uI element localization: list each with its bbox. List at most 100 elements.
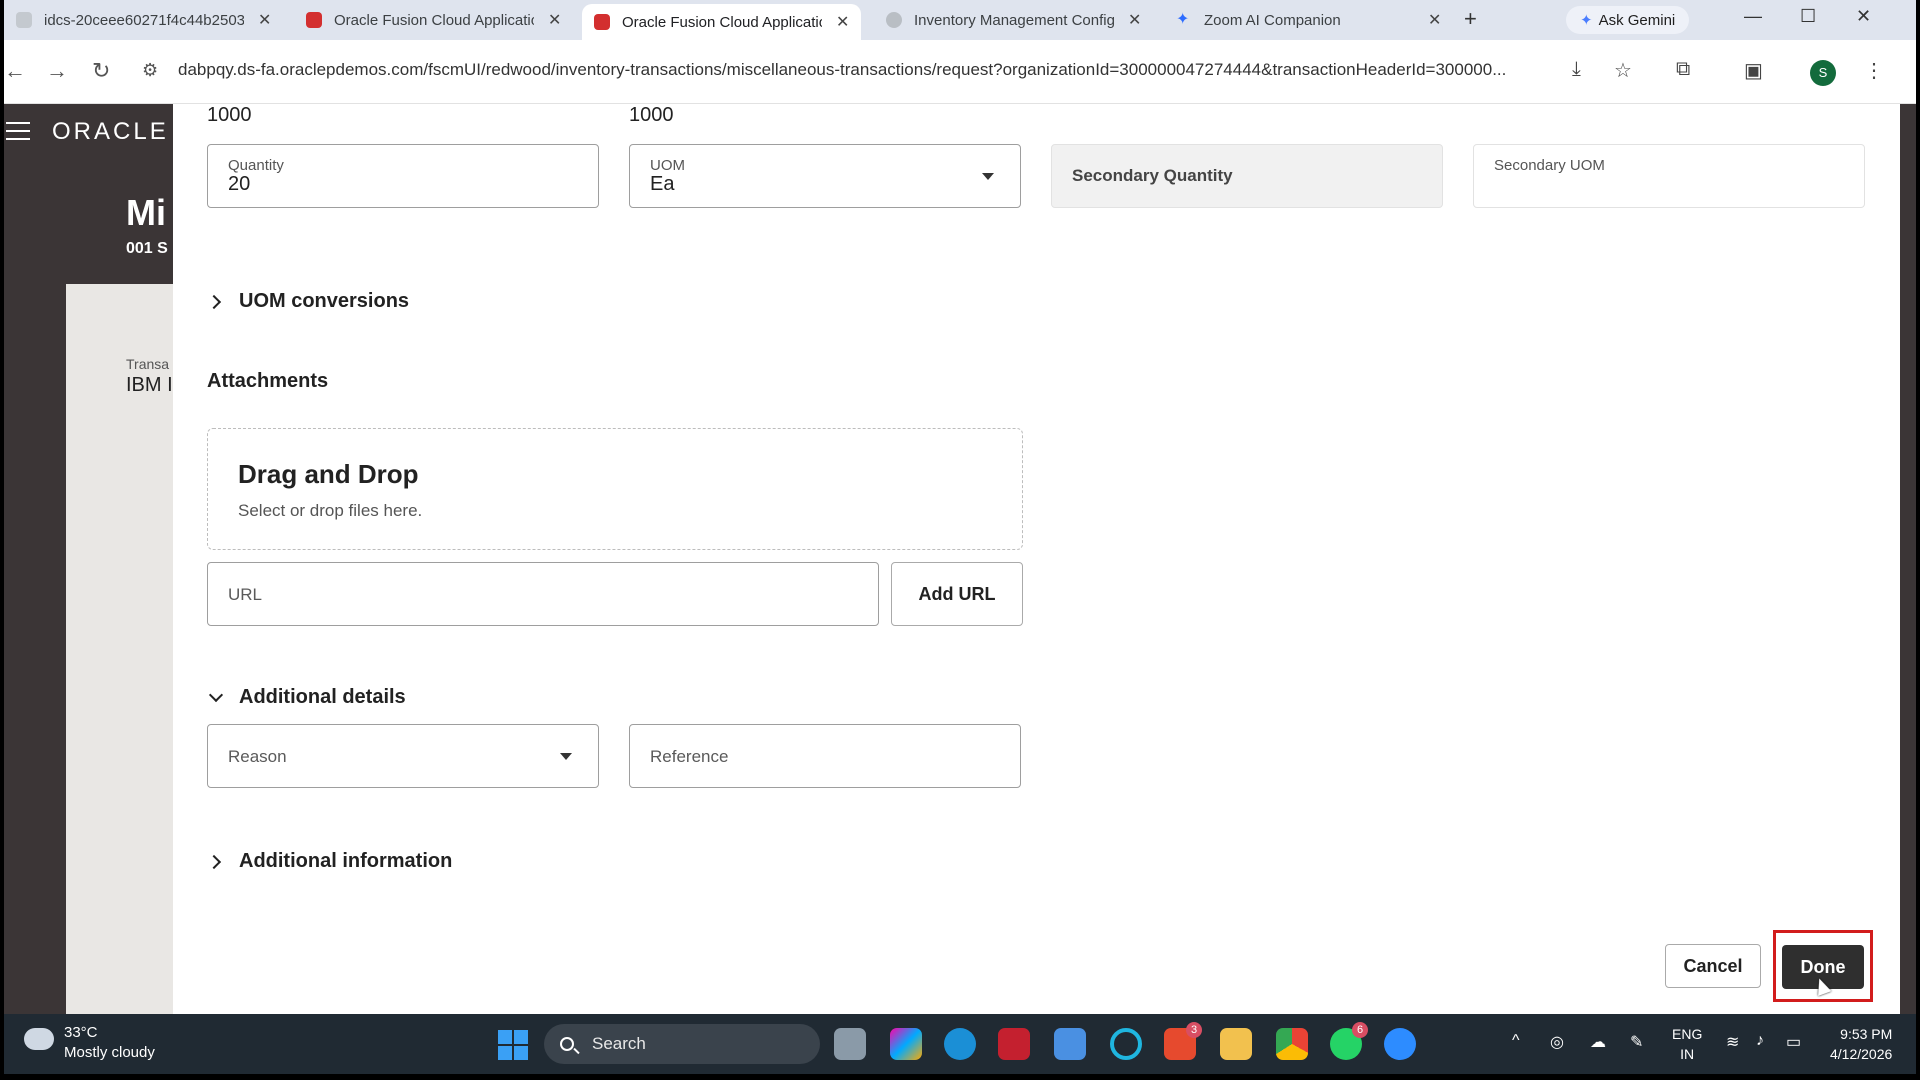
quantity-field[interactable]: Quantity 20 xyxy=(207,144,599,208)
file-dropzone[interactable]: Drag and Drop Select or drop files here. xyxy=(207,428,1023,550)
address-bar[interactable]: dabpqy.ds-fa.oraclepdemos.com/fscmUI/red… xyxy=(178,60,1558,80)
ask-gemini-button[interactable]: ✦ Ask Gemini xyxy=(1566,6,1690,34)
oracle-tab-icon xyxy=(594,14,610,30)
cortana-icon[interactable] xyxy=(1110,1028,1142,1060)
browser-toolbar: ← → ↻ ⚙ dabpqy.ds-fa.oraclepdemos.com/fs… xyxy=(4,40,1916,104)
weather-temp[interactable]: 33°C xyxy=(64,1024,98,1041)
tab-zoom-ai[interactable]: ✦ Zoom AI Companion ✕ xyxy=(1164,4,1453,36)
notification-badge: 6 xyxy=(1352,1022,1368,1038)
page-subtitle-partial: 001 S xyxy=(126,240,168,257)
pen-icon[interactable]: ✎ xyxy=(1630,1032,1643,1052)
top-value-left: 1000 xyxy=(207,104,252,126)
bookmark-star-icon[interactable]: ☆ xyxy=(1614,58,1632,83)
language-indicator[interactable]: ENG IN xyxy=(1672,1024,1702,1064)
close-icon[interactable]: ✕ xyxy=(1128,10,1141,30)
hamburger-menu-icon[interactable] xyxy=(6,122,30,146)
chevron-right-icon xyxy=(206,294,231,309)
lang-top: ENG xyxy=(1672,1026,1703,1042)
chevron-right-icon xyxy=(206,854,231,869)
oracle-logo: ORACLE xyxy=(52,118,169,145)
url-input[interactable]: URL xyxy=(207,562,879,626)
system-clock[interactable]: 9:53 PM 4/12/2026 xyxy=(1830,1024,1892,1064)
reload-icon[interactable]: ↻ xyxy=(92,58,110,84)
additional-details-label: Additional details xyxy=(239,686,406,708)
forward-icon[interactable]: → xyxy=(46,58,68,84)
dropdown-arrow-icon xyxy=(560,753,572,760)
edge-icon[interactable] xyxy=(944,1028,976,1060)
windows-start-icon[interactable] xyxy=(498,1030,528,1060)
mcafee-icon[interactable] xyxy=(998,1028,1030,1060)
back-icon[interactable]: ← xyxy=(4,58,26,84)
gemini-icon: ✦ xyxy=(1580,12,1593,29)
reference-input[interactable]: Reference xyxy=(629,724,1021,788)
zoom-icon[interactable] xyxy=(1384,1028,1416,1060)
globe-tab-icon xyxy=(886,12,902,28)
whatsapp-icon[interactable]: 6 xyxy=(1330,1022,1368,1060)
uom-value: Ea xyxy=(650,173,675,195)
volume-icon[interactable]: ♪ xyxy=(1756,1032,1764,1050)
uom-conversions-label: UOM conversions xyxy=(239,290,410,312)
cancel-button[interactable]: Cancel xyxy=(1665,944,1761,988)
site-info-icon[interactable]: ⚙ xyxy=(142,60,158,81)
task-view-icon[interactable] xyxy=(834,1028,866,1060)
tab-label: Oracle Fusion Cloud Applicatio xyxy=(334,11,534,29)
copilot-icon[interactable] xyxy=(890,1028,922,1060)
maximize-icon[interactable]: ☐ xyxy=(1800,6,1816,27)
reference-placeholder: Reference xyxy=(650,747,729,766)
uom-conversions-toggle[interactable]: UOM conversions xyxy=(206,290,410,313)
wifi-icon[interactable]: ≋ xyxy=(1726,1032,1739,1052)
weather-cloud-icon[interactable] xyxy=(24,1022,54,1050)
tab-oracle-fusion-active[interactable]: Oracle Fusion Cloud Applicatio ✕ xyxy=(582,4,862,40)
install-icon[interactable]: ⤓ xyxy=(1572,58,1581,81)
menu-dots-icon[interactable]: ⋮ xyxy=(1864,58,1884,83)
windows-taskbar: 33°C Mostly cloudy Search 3 6 ^ ◎ ☁ ✎ EN… xyxy=(4,1014,1916,1074)
reason-placeholder: Reason xyxy=(228,747,287,766)
sync-icon[interactable]: ◎ xyxy=(1550,1032,1564,1052)
tab-idcs[interactable]: idcs-20ceee60271f4c44b2503 ✕ xyxy=(4,4,283,36)
additional-information-toggle[interactable]: Additional information xyxy=(206,850,453,873)
additional-details-toggle[interactable]: Additional details xyxy=(207,686,406,709)
transaction-value-partial: IBM I xyxy=(126,374,173,396)
new-tab-button[interactable]: + xyxy=(1464,6,1477,32)
side-panel-icon[interactable]: ▣ xyxy=(1744,58,1763,83)
clock-time: 9:53 PM xyxy=(1840,1026,1893,1042)
tab-label: idcs-20ceee60271f4c44b2503 xyxy=(44,11,244,29)
reason-select[interactable]: Reason xyxy=(207,724,599,788)
clock-date: 4/12/2026 xyxy=(1830,1046,1893,1062)
extensions-icon[interactable]: ⧉ xyxy=(1676,58,1690,81)
onedrive-icon[interactable]: ☁ xyxy=(1590,1032,1606,1052)
battery-icon[interactable]: ▭ xyxy=(1786,1032,1801,1052)
oracle-tab-icon xyxy=(306,12,322,28)
tab-inventory-config[interactable]: Inventory Management Config ✕ xyxy=(874,4,1153,36)
transaction-line-drawer: 1000 1000 Quantity 20 UOM Ea Secondary Q… xyxy=(173,104,1900,1014)
add-url-button[interactable]: Add URL xyxy=(891,562,1023,626)
window-close-icon[interactable]: ✕ xyxy=(1856,6,1871,27)
minimize-icon[interactable]: — xyxy=(1744,6,1762,27)
dropzone-title: Drag and Drop xyxy=(238,459,419,489)
dropdown-arrow-icon xyxy=(982,173,994,180)
close-icon[interactable]: ✕ xyxy=(1428,10,1441,30)
secondary-quantity-label: Secondary Quantity xyxy=(1072,166,1233,185)
page-title-partial: Mi xyxy=(126,192,166,233)
close-icon[interactable]: ✕ xyxy=(836,12,849,32)
profile-avatar[interactable]: S xyxy=(1810,60,1836,86)
teams-l-icon[interactable]: 3 xyxy=(1164,1022,1202,1060)
taskbar-search[interactable]: Search xyxy=(544,1024,820,1064)
store-icon[interactable] xyxy=(1054,1028,1086,1060)
chrome-icon[interactable] xyxy=(1276,1028,1308,1060)
uom-select[interactable]: UOM Ea xyxy=(629,144,1021,208)
quantity-value: 20 xyxy=(228,173,251,195)
weather-condition[interactable]: Mostly cloudy xyxy=(64,1044,155,1061)
close-icon[interactable]: ✕ xyxy=(258,10,271,30)
taskbar-search-label: Search xyxy=(592,1034,646,1053)
top-value-right: 1000 xyxy=(629,104,674,126)
tab-label: Inventory Management Config xyxy=(914,11,1114,29)
file-explorer-icon[interactable] xyxy=(1220,1028,1252,1060)
chevron-up-icon[interactable]: ^ xyxy=(1512,1032,1520,1050)
secondary-uom-label: Secondary UOM xyxy=(1494,157,1605,174)
close-icon[interactable]: ✕ xyxy=(548,10,561,30)
additional-information-label: Additional information xyxy=(239,850,453,872)
ask-gemini-label: Ask Gemini xyxy=(1598,11,1676,29)
quantity-label: Quantity xyxy=(228,157,284,174)
tab-oracle-fusion-1[interactable]: Oracle Fusion Cloud Applicatio ✕ xyxy=(294,4,573,36)
